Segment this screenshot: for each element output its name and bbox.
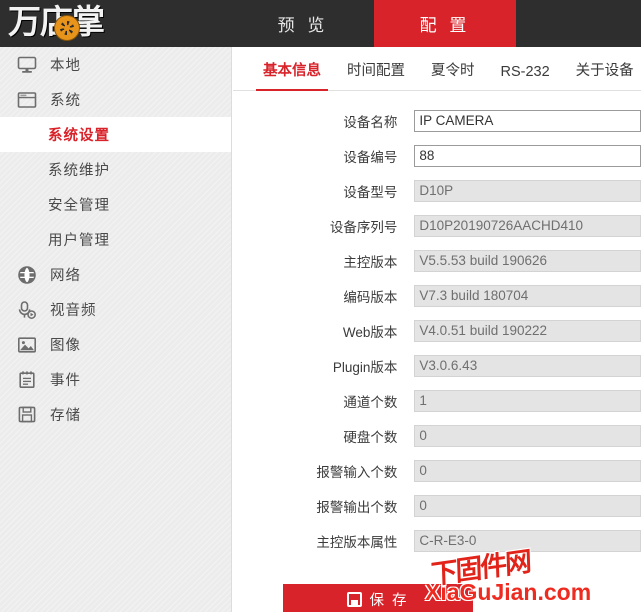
field-label: 主控版本属性 (316, 534, 398, 550)
topnav-item-preview[interactable]: 预 览 (232, 0, 374, 47)
monitor-icon (14, 54, 40, 76)
sidebar-item-audio-video[interactable]: 视音频 (0, 292, 231, 327)
form-row-alarm-output-count: 报警输出个数 (233, 488, 641, 523)
sidebar-item-network[interactable]: 网络 (0, 257, 231, 292)
sidebar-item-label: 存储 (50, 408, 81, 424)
field-label: 通道个数 (343, 394, 398, 410)
device-model-input (414, 179, 641, 202)
form-row-disk-count: 硬盘个数 (233, 418, 641, 453)
field-label: 设备编号 (343, 149, 398, 165)
form-row-device-model: 设备型号 (233, 173, 641, 208)
sidebar-item-label: 系统维护 (48, 163, 110, 179)
form-row-web-version: Web版本 (233, 313, 641, 348)
form-row-device-number: 设备编号 (233, 138, 641, 173)
field-label: 报警输入个数 (316, 464, 398, 480)
form-row-main-firmware: 主控版本 (233, 243, 641, 278)
form-row-serial-number: 设备序列号 (233, 208, 641, 243)
tab-dst[interactable]: 夏令时 (418, 59, 488, 90)
sidebar: 本地 系统 系统设置 系统维护 安全管理 用户管理 网络 视音频 图像 事件 存… (0, 47, 232, 612)
floppy-disk-icon (14, 404, 40, 426)
form-row-encoder-version: 编码版本 (233, 278, 641, 313)
sidebar-item-security-management[interactable]: 安全管理 (0, 187, 231, 222)
form-row-firmware-attribute: 主控版本属性 (233, 523, 641, 558)
form-row-channel-count: 通道个数 (233, 383, 641, 418)
field-label: Web版本 (342, 324, 398, 340)
device-name-input[interactable] (414, 109, 641, 132)
form-row-plugin-version: Plugin版本 (233, 348, 641, 383)
save-button[interactable]: 保 存 (283, 584, 473, 612)
sidebar-item-label: 事件 (50, 373, 81, 389)
save-icon (347, 591, 363, 607)
disk-count-input (414, 424, 641, 447)
form-row-device-name: 设备名称 (233, 103, 641, 138)
form-actions: 保 存 (233, 558, 641, 612)
sidebar-item-label: 视音频 (50, 303, 97, 319)
sidebar-item-local[interactable]: 本地 (0, 47, 231, 82)
page-root: 万店掌 预 览 配 置 本地 (0, 0, 641, 612)
window-icon (14, 89, 40, 111)
tab-about-device[interactable]: 关于设备 (563, 59, 641, 90)
field-label: 设备序列号 (329, 219, 398, 235)
form-row-alarm-input-count: 报警输入个数 (233, 453, 641, 488)
main-firmware-input (414, 249, 641, 272)
sidebar-item-system-settings[interactable]: 系统设置 (0, 117, 231, 152)
channel-count-input (414, 389, 641, 412)
sidebar-item-system[interactable]: 系统 (0, 82, 231, 117)
alarm-input-count-input (414, 459, 641, 482)
device-number-input[interactable] (414, 144, 641, 167)
plugin-version-input (414, 354, 641, 377)
field-label: 硬盘个数 (343, 429, 398, 445)
sidebar-item-image[interactable]: 图像 (0, 327, 231, 362)
encoder-version-input (414, 284, 641, 307)
field-label: 报警输出个数 (316, 499, 398, 515)
serial-number-input (414, 214, 641, 237)
top-bar: 万店掌 预 览 配 置 (0, 0, 641, 47)
sidebar-item-label: 图像 (50, 338, 81, 354)
sidebar-item-label: 安全管理 (48, 198, 110, 214)
sidebar-item-label: 系统 (50, 93, 81, 109)
web-version-input (414, 319, 641, 342)
tab-bar: 基本信息 时间配置 夏令时 RS-232 关于设备 (233, 47, 641, 91)
notepad-icon (14, 369, 40, 391)
sidebar-item-label: 用户管理 (48, 233, 110, 249)
brand-logo[interactable]: 万店掌 (0, 0, 232, 47)
field-label: 设备型号 (343, 184, 398, 200)
picture-icon (14, 334, 40, 356)
sidebar-item-storage[interactable]: 存储 (0, 397, 231, 432)
save-button-label: 保 存 (369, 592, 409, 609)
field-label: 主控版本 (343, 254, 398, 270)
field-label: 设备名称 (343, 114, 398, 130)
sidebar-item-system-maintenance[interactable]: 系统维护 (0, 152, 231, 187)
globe-icon (14, 264, 40, 286)
topnav-item-config[interactable]: 配 置 (374, 0, 516, 47)
firmware-attribute-input (414, 529, 641, 552)
tab-rs232[interactable]: RS-232 (488, 64, 563, 90)
camera-aperture-icon (55, 16, 79, 40)
field-label: 编码版本 (343, 289, 398, 305)
sidebar-item-event[interactable]: 事件 (0, 362, 231, 397)
sidebar-item-label: 系统设置 (48, 128, 110, 144)
sidebar-item-label: 网络 (50, 268, 81, 284)
basic-info-form: 设备名称 设备编号 设备型号 设备序列号 主控版本 编码版本 (233, 91, 641, 612)
sidebar-item-user-management[interactable]: 用户管理 (0, 222, 231, 257)
alarm-output-count-input (414, 494, 641, 517)
tab-basic-info[interactable]: 基本信息 (250, 59, 334, 91)
sidebar-item-label: 本地 (50, 58, 81, 74)
top-nav: 预 览 配 置 (232, 0, 516, 47)
content-panel: 基本信息 时间配置 夏令时 RS-232 关于设备 设备名称 设备编号 设备型号… (233, 47, 641, 612)
tab-time-config[interactable]: 时间配置 (334, 59, 418, 90)
field-label: Plugin版本 (332, 359, 398, 375)
microphone-icon (14, 299, 40, 321)
